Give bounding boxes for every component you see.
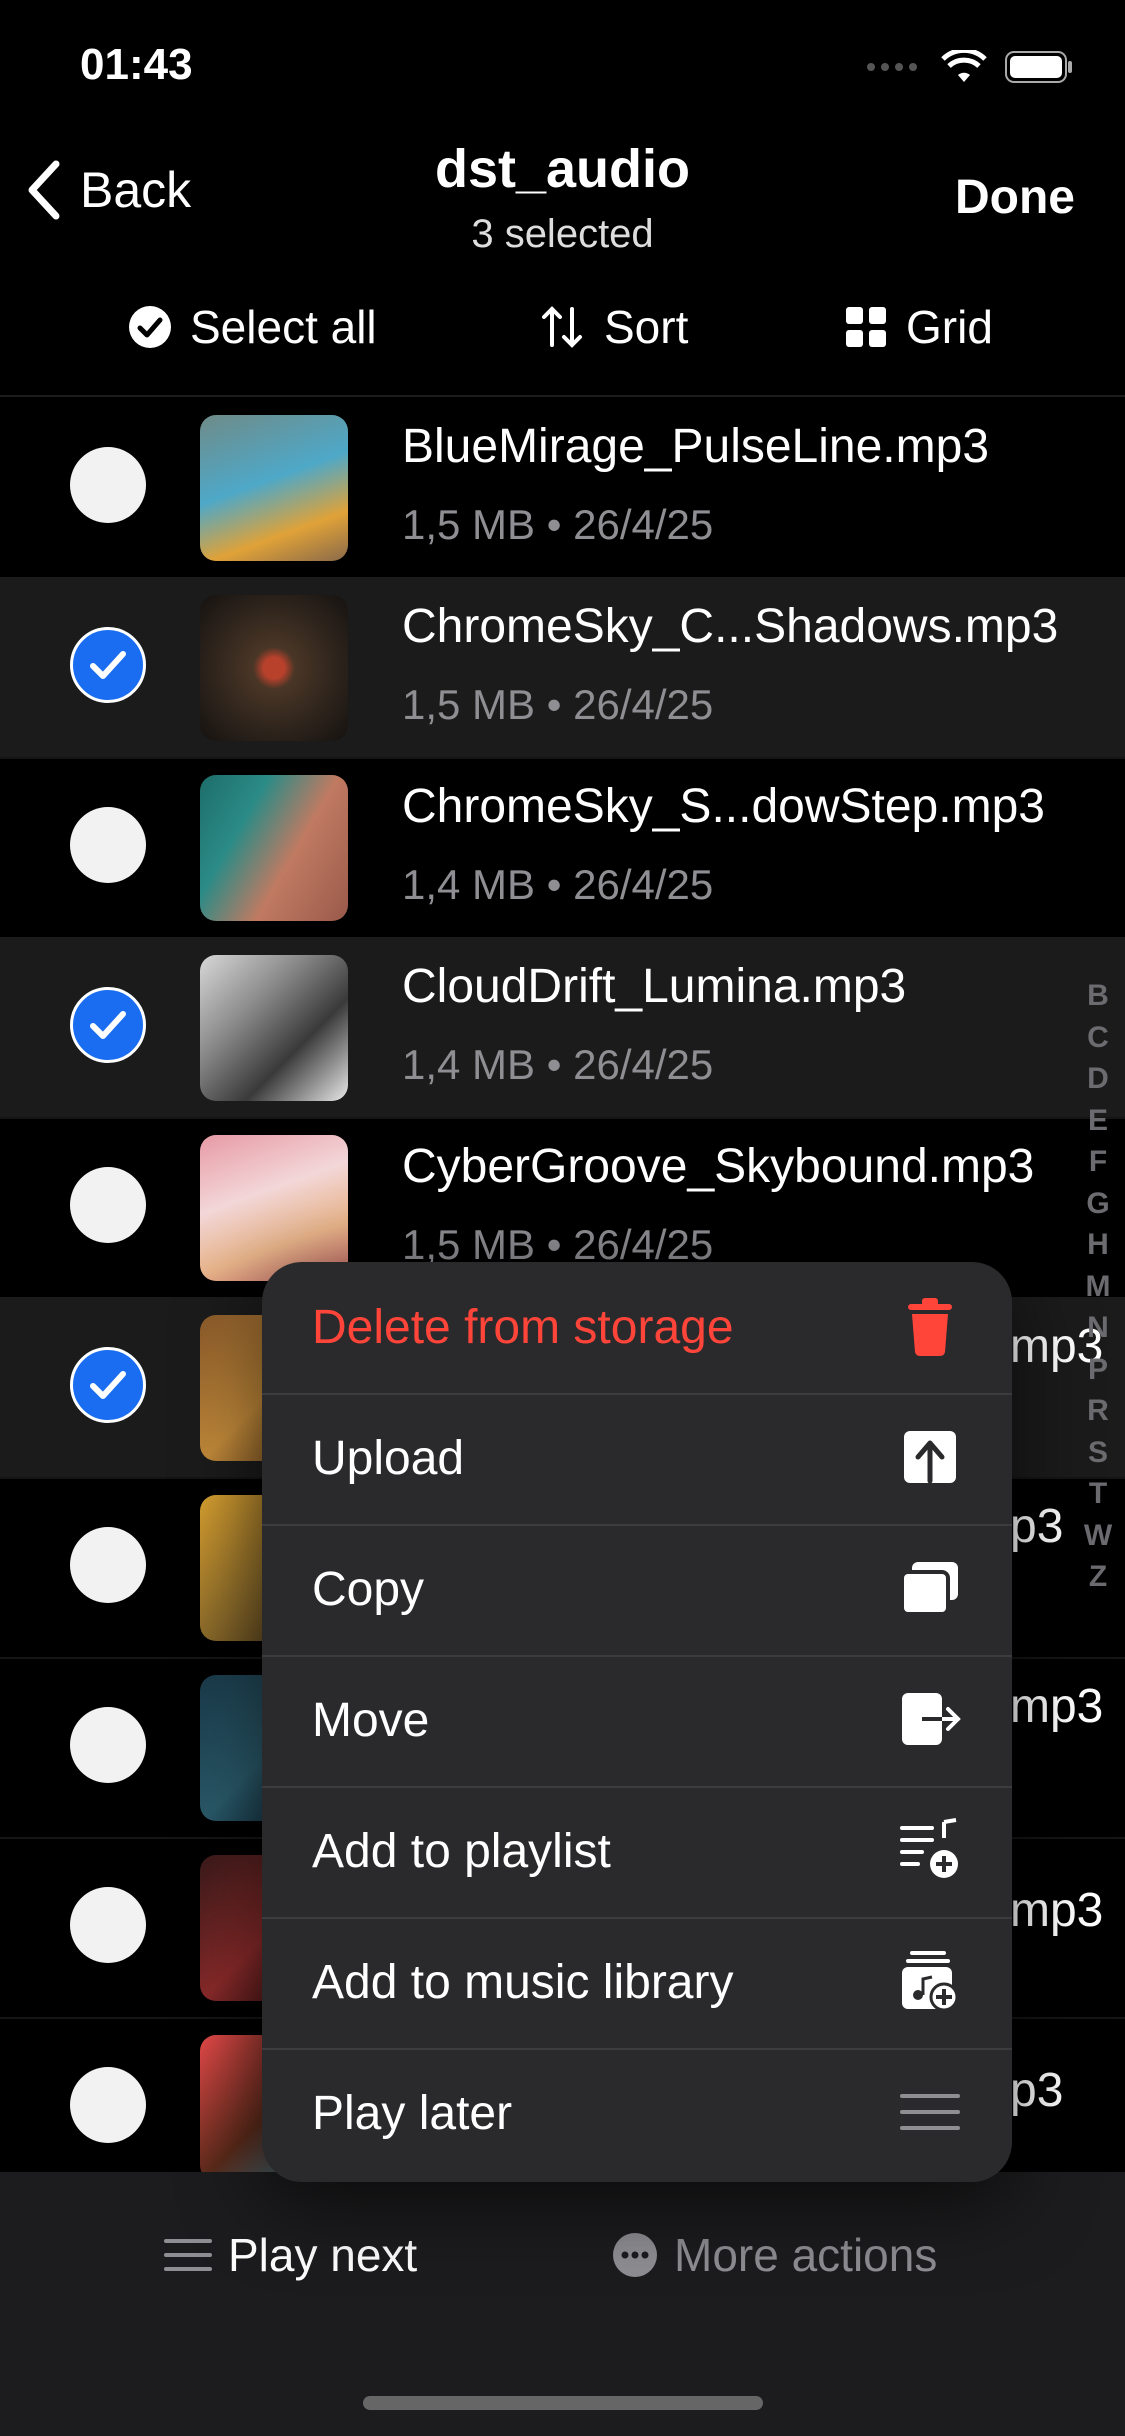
menu-item-add-playlist[interactable]: Add to playlist xyxy=(262,1786,1012,1919)
alphabet-index[interactable]: BCDEFGHMNPRSTWZ xyxy=(1083,975,1113,1598)
index-letter[interactable]: B xyxy=(1083,975,1113,1017)
file-meta: 1,5 MB • 26/4/25 xyxy=(402,501,714,548)
add-to-library-icon xyxy=(902,1951,959,2012)
file-name-visible-part: mp3 xyxy=(1010,1884,1104,1937)
selection-checkbox[interactable] xyxy=(70,447,146,523)
index-letter[interactable]: S xyxy=(1083,1432,1113,1474)
select-all-label: Select all xyxy=(190,301,377,353)
more-actions-button[interactable]: More actions xyxy=(612,2228,937,2282)
file-name: ChromeSky_C...Shadows.mp3 xyxy=(402,600,1059,653)
file-name: ChromeSky_S...dowStep.mp3 xyxy=(402,780,1045,833)
index-letter[interactable]: C xyxy=(1083,1017,1113,1059)
menu-item-label: Upload xyxy=(312,1432,465,1485)
grid-label: Grid xyxy=(906,301,993,353)
checkmark-icon xyxy=(90,651,126,679)
menu-item-copy[interactable]: Copy xyxy=(262,1524,1012,1657)
play-later-icon xyxy=(900,2094,960,2130)
file-name-visible-part: mp3 xyxy=(1010,1680,1104,1733)
menu-item-label: Play later xyxy=(312,2087,513,2140)
trash-icon xyxy=(908,1298,952,1356)
done-button[interactable]: Done xyxy=(955,170,1075,225)
add-to-playlist-icon xyxy=(900,1818,958,1878)
status-icons xyxy=(867,50,1075,84)
index-letter[interactable]: E xyxy=(1083,1100,1113,1142)
album-artwork xyxy=(200,415,348,561)
menu-item-delete[interactable]: Delete from storage xyxy=(262,1262,1012,1395)
grid-icon xyxy=(846,307,886,347)
menu-item-label: Add to playlist xyxy=(312,1825,611,1878)
selection-checkbox[interactable] xyxy=(70,987,146,1063)
move-icon xyxy=(902,1693,961,1745)
play-next-button[interactable]: Play next xyxy=(164,2228,417,2282)
file-meta: 1,5 MB • 26/4/25 xyxy=(402,681,714,728)
index-letter[interactable]: R xyxy=(1083,1390,1113,1432)
list-item[interactable]: CloudDrift_Lumina.mp3 1,4 MB • 26/4/25 xyxy=(0,937,1125,1119)
file-name: CloudDrift_Lumina.mp3 xyxy=(402,960,907,1013)
index-letter[interactable]: D xyxy=(1083,1058,1113,1100)
list-item[interactable]: ChromeSky_S...dowStep.mp3 1,4 MB • 26/4/… xyxy=(0,757,1125,939)
menu-item-move[interactable]: Move xyxy=(262,1655,1012,1788)
file-name: CyberGroove_Skybound.mp3 xyxy=(402,1140,1035,1193)
list-item[interactable]: BlueMirage_PulseLine.mp3 1,5 MB • 26/4/2… xyxy=(0,397,1125,579)
album-artwork xyxy=(200,775,348,921)
upload-icon xyxy=(904,1431,956,1484)
index-letter[interactable]: T xyxy=(1083,1473,1113,1515)
battery-icon xyxy=(1005,51,1072,83)
file-name-visible-part: p3 xyxy=(1010,1500,1064,1553)
selection-checkbox[interactable] xyxy=(70,807,146,883)
list-item[interactable]: ChromeSky_C...Shadows.mp3 1,5 MB • 26/4/… xyxy=(0,577,1125,759)
selection-checkbox[interactable] xyxy=(70,1167,146,1243)
selection-checkbox[interactable] xyxy=(70,1707,146,1783)
sort-label: Sort xyxy=(604,301,689,353)
sort-button[interactable]: Sort xyxy=(538,300,688,354)
index-letter[interactable]: P xyxy=(1083,1349,1113,1391)
home-indicator xyxy=(363,2396,763,2410)
menu-item-upload[interactable]: Upload xyxy=(262,1393,1012,1526)
file-name-visible-part: p3 xyxy=(1010,2064,1064,2117)
file-name: BlueMirage_PulseLine.mp3 xyxy=(402,420,990,473)
file-meta: 1,4 MB • 26/4/25 xyxy=(402,861,714,908)
menu-item-label: Copy xyxy=(312,1563,425,1616)
selection-checkbox[interactable] xyxy=(70,1887,146,1963)
status-time: 01:43 xyxy=(80,40,193,89)
more-actions-label: More actions xyxy=(674,2229,938,2281)
more-ellipsis-icon xyxy=(613,2233,657,2277)
selection-checkbox[interactable] xyxy=(70,627,146,703)
checkmark-circle-icon xyxy=(129,306,171,348)
selection-checkbox[interactable] xyxy=(70,1527,146,1603)
toolbar: Select all Sort Grid xyxy=(0,300,1125,362)
menu-item-label: Add to music library xyxy=(312,1956,734,2009)
wifi-icon xyxy=(941,50,987,82)
grid-button[interactable]: Grid xyxy=(844,300,993,354)
index-letter[interactable]: W xyxy=(1083,1515,1113,1557)
index-letter[interactable]: M xyxy=(1083,1266,1113,1308)
sort-arrows-icon xyxy=(542,306,582,348)
index-letter[interactable]: N xyxy=(1083,1307,1113,1349)
album-artwork xyxy=(200,1135,348,1281)
selection-checkbox[interactable] xyxy=(70,1347,146,1423)
list-icon xyxy=(164,2239,212,2271)
cellular-signal-icon xyxy=(867,58,923,76)
album-artwork xyxy=(200,595,348,741)
context-menu: Delete from storage Upload Copy Move Add… xyxy=(262,1262,1012,2182)
index-letter[interactable]: H xyxy=(1083,1224,1113,1266)
menu-item-label: Move xyxy=(312,1694,430,1747)
select-all-button[interactable]: Select all xyxy=(128,300,377,354)
menu-item-play-later[interactable]: Play later xyxy=(262,2048,1012,2179)
checkmark-icon xyxy=(90,1371,126,1399)
album-artwork xyxy=(200,955,348,1101)
checkmark-icon xyxy=(90,1011,126,1039)
menu-item-add-library[interactable]: Add to music library xyxy=(262,1917,1012,2050)
index-letter[interactable]: G xyxy=(1083,1183,1113,1225)
menu-item-label: Delete from storage xyxy=(312,1301,734,1354)
selection-checkbox[interactable] xyxy=(70,2067,146,2143)
index-letter[interactable]: F xyxy=(1083,1141,1113,1183)
play-next-label: Play next xyxy=(228,2229,418,2281)
file-meta: 1,4 MB • 26/4/25 xyxy=(402,1041,714,1088)
index-letter[interactable]: Z xyxy=(1083,1556,1113,1598)
copy-icon xyxy=(900,1562,958,1616)
